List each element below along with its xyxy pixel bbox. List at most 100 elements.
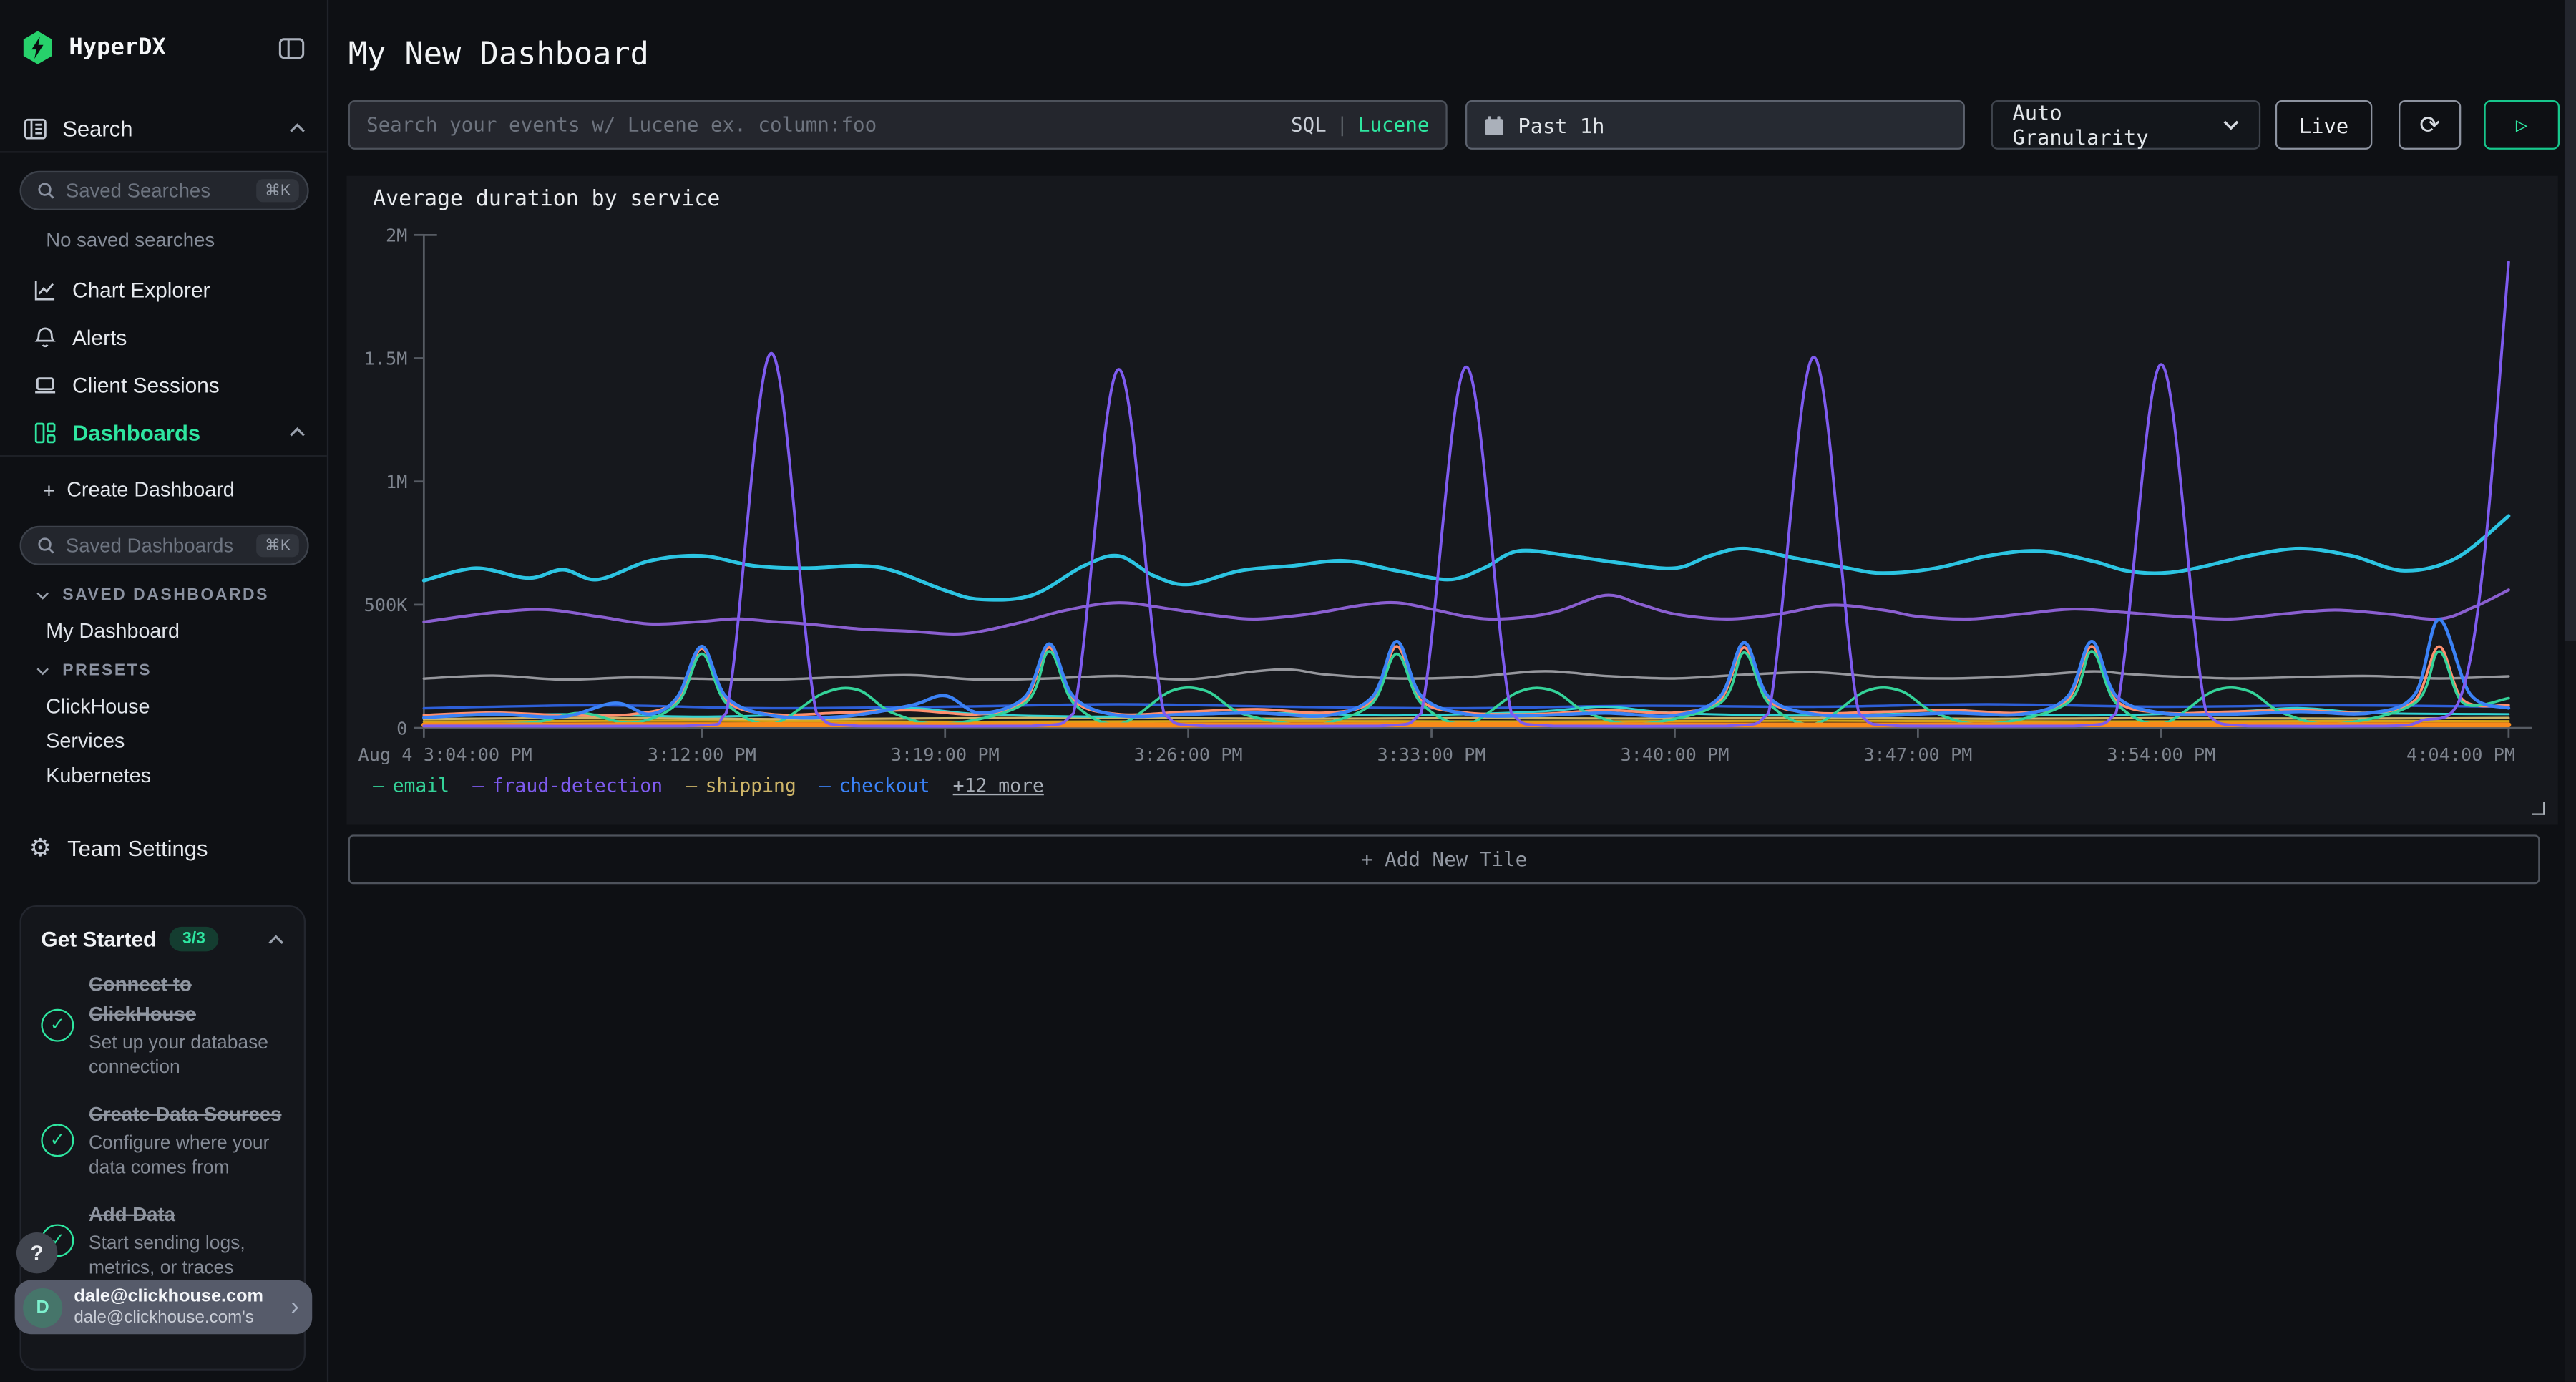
sidebar-item-dashboards[interactable]: Dashboards bbox=[0, 416, 328, 449]
nav-label: Client Sessions bbox=[72, 372, 220, 396]
svg-text:4:04:00 PM: 4:04:00 PM bbox=[2406, 744, 2515, 765]
play-icon: ▷ bbox=[2516, 113, 2528, 136]
chart-legend: —email —fraud-detection —shipping —checkout… bbox=[373, 774, 1044, 797]
svg-text:500K: 500K bbox=[364, 595, 409, 615]
saved-dashboards-input[interactable]: Saved Dashboards ⌘K bbox=[20, 526, 309, 565]
event-search-input[interactable]: Search your events w/ Lucene ex. column:… bbox=[348, 100, 1448, 150]
group-item-label: Services bbox=[46, 729, 125, 752]
live-label: Live bbox=[2299, 112, 2348, 137]
plus-icon: + bbox=[43, 477, 55, 502]
legend-label: shipping bbox=[706, 774, 796, 797]
sidebar-item-kubernetes[interactable]: Kubernetes bbox=[0, 762, 328, 789]
chevron-down-icon bbox=[2223, 120, 2239, 130]
saved-searches-placeholder: Saved Searches bbox=[66, 179, 210, 202]
saved-searches-input[interactable]: Saved Searches ⌘K bbox=[20, 171, 309, 210]
task-add-data[interactable]: ✓ Add Data Start sending logs, metrics, … bbox=[41, 1199, 284, 1281]
run-query-button[interactable]: ▷ bbox=[2484, 100, 2560, 150]
svg-text:3:26:00 PM: 3:26:00 PM bbox=[1134, 744, 1243, 765]
user-org: dale@clickhouse.com's bbox=[74, 1308, 263, 1328]
group-title: SAVED DASHBOARDS bbox=[62, 585, 269, 603]
svg-text:3:47:00 PM: 3:47:00 PM bbox=[1863, 744, 1972, 765]
cmd-k-shortcut: ⌘K bbox=[257, 534, 299, 557]
task-desc: Set up your database connection bbox=[89, 1032, 284, 1081]
sidebar-item-services[interactable]: Services bbox=[0, 728, 328, 754]
series-line-fraud-detection bbox=[424, 262, 2509, 726]
legend-item-email[interactable]: —email bbox=[373, 774, 449, 797]
check-circle-icon: ✓ bbox=[41, 1124, 74, 1157]
legend-item-checkout[interactable]: —checkout bbox=[819, 774, 930, 797]
series-line-shipping bbox=[424, 718, 2509, 719]
group-presets[interactable]: PRESETS bbox=[0, 657, 328, 683]
dashboard-tile[interactable]: Average duration by service 0500K1M1.5M2… bbox=[346, 176, 2557, 825]
lucene-toggle[interactable]: Lucene bbox=[1358, 113, 1430, 136]
task-create-data-sources[interactable]: ✓ Create Data Sources Configure where yo… bbox=[41, 1099, 284, 1182]
series-line-other-1 bbox=[424, 669, 2509, 679]
divider bbox=[0, 151, 327, 152]
legend-item-shipping[interactable]: —shipping bbox=[686, 774, 796, 797]
tile-resize-handle[interactable] bbox=[2532, 802, 2545, 814]
sidebar: HyperDX Search Saved Searches ⌘K bbox=[0, 0, 328, 1382]
team-settings-label: Team Settings bbox=[67, 835, 208, 860]
search-placeholder: Search your events w/ Lucene ex. column:… bbox=[366, 113, 1291, 136]
chevron-down-icon bbox=[36, 590, 49, 598]
get-started-progress-badge: 3/3 bbox=[170, 927, 219, 951]
divider bbox=[0, 455, 327, 457]
sidebar-item-chart-explorer[interactable]: Chart Explorer bbox=[0, 273, 328, 306]
search-icon bbox=[36, 535, 57, 555]
page-scrollbar[interactable] bbox=[2565, 0, 2576, 1382]
sidebar-item-alerts[interactable]: Alerts bbox=[0, 321, 328, 354]
chart-axes bbox=[414, 235, 2532, 738]
refresh-button[interactable]: ⟳ bbox=[2399, 100, 2461, 150]
lang-separator: | bbox=[1337, 113, 1349, 136]
granularity-value: Auto Granularity bbox=[2013, 100, 2210, 150]
dashboards-grid-icon bbox=[33, 420, 57, 444]
no-saved-searches-text: No saved searches bbox=[46, 228, 308, 251]
svg-text:3:19:00 PM: 3:19:00 PM bbox=[891, 744, 1000, 765]
saved-dashboards-placeholder: Saved Dashboards bbox=[66, 534, 233, 557]
chart-explorer-icon bbox=[33, 277, 57, 301]
user-email: dale@clickhouse.com bbox=[74, 1286, 263, 1308]
svg-text:1M: 1M bbox=[386, 472, 407, 492]
group-saved-dashboards[interactable]: SAVED DASHBOARDS bbox=[0, 582, 328, 608]
duration-chart[interactable]: 0500K1M1.5M2MAug 4 3:04:00 PM3:12:00 PM3… bbox=[346, 176, 2557, 825]
task-connect-clickhouse[interactable]: ✓ Connect to ClickHouse Set up your data… bbox=[41, 970, 284, 1081]
granularity-select[interactable]: Auto Granularity bbox=[1991, 100, 2261, 150]
group-item-label: Kubernetes bbox=[46, 764, 151, 787]
legend-item-fraud-detection[interactable]: —fraud-detection bbox=[472, 774, 663, 797]
series-line-other-3 bbox=[424, 516, 2509, 600]
scrollbar-thumb[interactable] bbox=[2565, 0, 2576, 641]
create-dashboard-label: Create Dashboard bbox=[67, 478, 235, 501]
task-title: Create Data Sources bbox=[89, 1102, 282, 1125]
live-button[interactable]: Live bbox=[2275, 100, 2372, 150]
check-circle-icon: ✓ bbox=[41, 1009, 74, 1042]
app-root: HyperDX Search Saved Searches ⌘K bbox=[0, 0, 2576, 1382]
task-title: Connect to ClickHouse bbox=[89, 973, 196, 1025]
time-range-picker[interactable]: Past 1h bbox=[1465, 100, 1965, 150]
laptop-icon bbox=[33, 372, 57, 396]
brand-name: HyperDX bbox=[69, 34, 165, 61]
legend-label: email bbox=[393, 774, 449, 797]
collapse-sidebar-icon[interactable] bbox=[278, 35, 306, 59]
user-menu[interactable]: D dale@clickhouse.com dale@clickhouse.co… bbox=[15, 1280, 313, 1335]
svg-text:3:12:00 PM: 3:12:00 PM bbox=[648, 744, 756, 765]
sidebar-item-client-sessions[interactable]: Client Sessions bbox=[0, 368, 328, 401]
legend-label: checkout bbox=[839, 774, 930, 797]
hyperdx-logo-icon bbox=[20, 29, 57, 66]
sidebar-item-team-settings[interactable]: ⚙ Team Settings bbox=[0, 832, 328, 865]
svg-text:2M: 2M bbox=[386, 225, 407, 246]
help-button[interactable]: ? bbox=[16, 1232, 57, 1273]
calendar-icon bbox=[1483, 115, 1505, 136]
sql-toggle[interactable]: SQL bbox=[1291, 113, 1327, 136]
group-item-label: ClickHouse bbox=[46, 695, 150, 718]
refresh-icon: ⟳ bbox=[2419, 110, 2440, 140]
chevron-up-icon[interactable] bbox=[268, 934, 284, 944]
legend-more-link[interactable]: +12 more bbox=[953, 774, 1044, 797]
chevron-right-icon: › bbox=[291, 1293, 298, 1321]
chevron-up-icon bbox=[289, 427, 306, 437]
sidebar-item-search[interactable]: Search bbox=[0, 112, 328, 145]
series-line-other-5 bbox=[424, 721, 2509, 722]
add-new-tile-button[interactable]: + Add New Tile bbox=[348, 834, 2540, 884]
create-dashboard-button[interactable]: + Create Dashboard bbox=[0, 475, 328, 505]
sidebar-item-my-dashboard[interactable]: My Dashboard bbox=[0, 618, 328, 644]
sidebar-item-clickhouse[interactable]: ClickHouse bbox=[0, 694, 328, 720]
